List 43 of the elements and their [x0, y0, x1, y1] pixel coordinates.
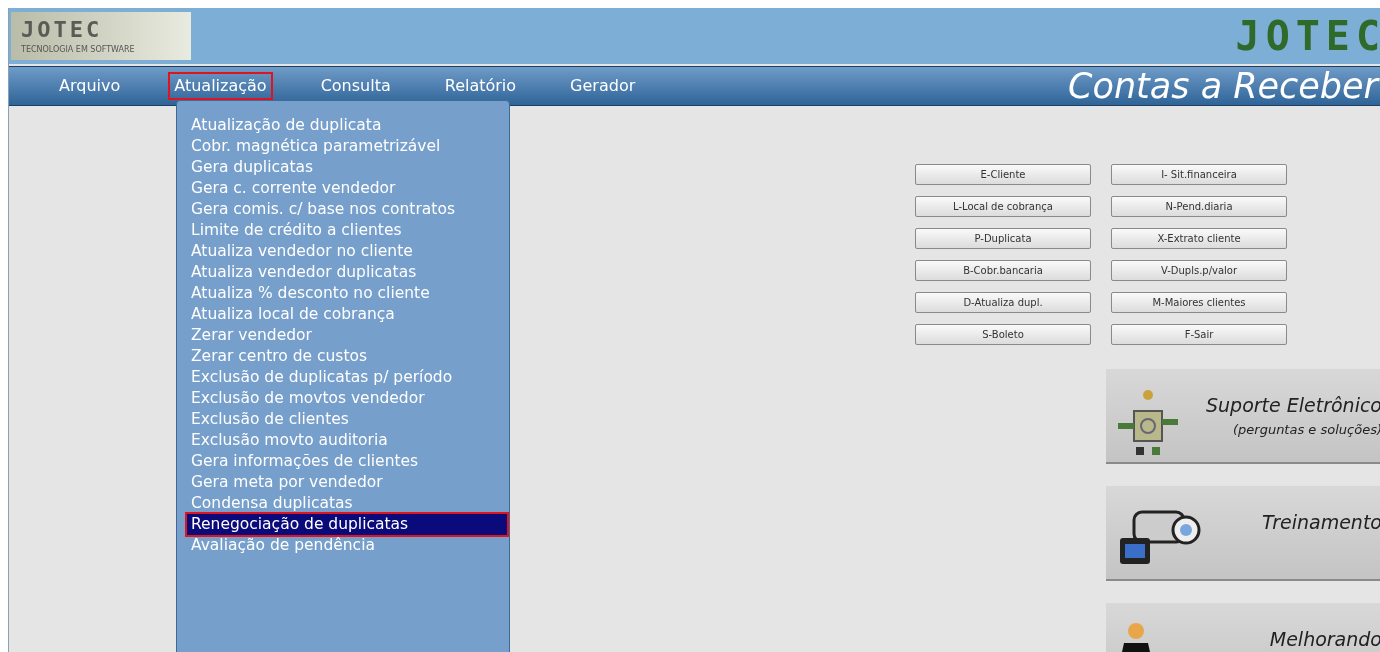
logo-tagline: TECNOLOGIA EM SOFTWARE — [21, 45, 136, 54]
shortcut-button[interactable]: M-Maiores clientes — [1111, 292, 1287, 313]
shortcut-button[interactable]: N-Pend.diaria — [1111, 196, 1287, 217]
shortcut-button[interactable]: E-Cliente — [915, 164, 1091, 185]
dropdown-item[interactable]: Gera c. corrente vendedor — [187, 178, 503, 199]
module-title: Contas a Receber — [1068, 68, 1378, 104]
dropdown-item[interactable]: Gera comis. c/ base nos contratos — [187, 199, 503, 220]
dropdown-item[interactable]: Exclusão movto auditoria — [187, 430, 503, 451]
shortcut-button[interactable]: P-Duplicata — [915, 228, 1091, 249]
shortcut-button[interactable]: S-Boleto — [915, 324, 1091, 345]
dropdown-item[interactable]: Cobr. magnética parametrizável — [187, 136, 503, 157]
shortcut-button[interactable]: D-Atualiza dupl. — [915, 292, 1091, 313]
shortcut-button[interactable]: V-Dupls.p/valor — [1111, 260, 1287, 281]
dropdown-item[interactable]: Atualiza local de cobrança — [187, 304, 503, 325]
dropdown-item[interactable]: Atualiza % desconto no cliente — [187, 283, 503, 304]
dropdown-item[interactable]: Exclusão de movtos vendedor — [187, 388, 503, 409]
big-button-sublabel: (perguntas e soluções) — [1232, 420, 1380, 439]
shortcut-button[interactable]: X-Extrato cliente — [1111, 228, 1287, 249]
shortcut-button[interactable]: F-Sair — [1111, 324, 1287, 345]
shortcut-button[interactable]: L-Local de cobrança — [915, 196, 1091, 217]
dropdown-item[interactable]: Zerar vendedor — [187, 325, 503, 346]
dropdown-item[interactable]: Renegociação de duplicatas — [187, 514, 507, 535]
dropdown-item[interactable]: Exclusão de clientes — [187, 409, 503, 430]
menu-item[interactable]: Arquivo — [53, 72, 127, 100]
dropdown-item[interactable]: Gera informações de clientes — [187, 451, 503, 472]
menu-item[interactable]: Atualização — [168, 72, 273, 100]
dropdown-item[interactable]: Avaliação de pendência — [187, 535, 503, 556]
dropdown-item[interactable]: Gera duplicatas — [187, 157, 503, 178]
shortcut-button[interactable]: I- Sit.financeira — [1111, 164, 1287, 185]
dropdown-item[interactable]: Zerar centro de custos — [187, 346, 503, 367]
dropdown-item[interactable]: Limite de crédito a clientes — [187, 220, 503, 241]
brand-wordmark: JOTEC — [1235, 16, 1380, 56]
menu-item[interactable]: Gerador — [564, 72, 642, 100]
dropdown-item[interactable]: Atualiza vendedor no cliente — [187, 241, 503, 262]
logo-wordmark: JOTEC — [21, 18, 104, 41]
dropdown-item[interactable]: Atualiza vendedor duplicatas — [187, 262, 503, 283]
dropdown-item[interactable]: Gera meta por vendedor — [187, 472, 503, 493]
dropdown-item[interactable]: Exclusão de duplicatas p/ período — [187, 367, 503, 388]
menu-item[interactable]: Relatório — [438, 72, 523, 100]
shortcut-button[interactable]: B-Cobr.bancaria — [915, 260, 1091, 281]
dropdown-item[interactable]: Condensa duplicatas — [187, 493, 503, 514]
dropdown-item[interactable]: Atualização de duplicata — [187, 115, 503, 136]
menu-item[interactable]: Consulta — [314, 72, 397, 100]
